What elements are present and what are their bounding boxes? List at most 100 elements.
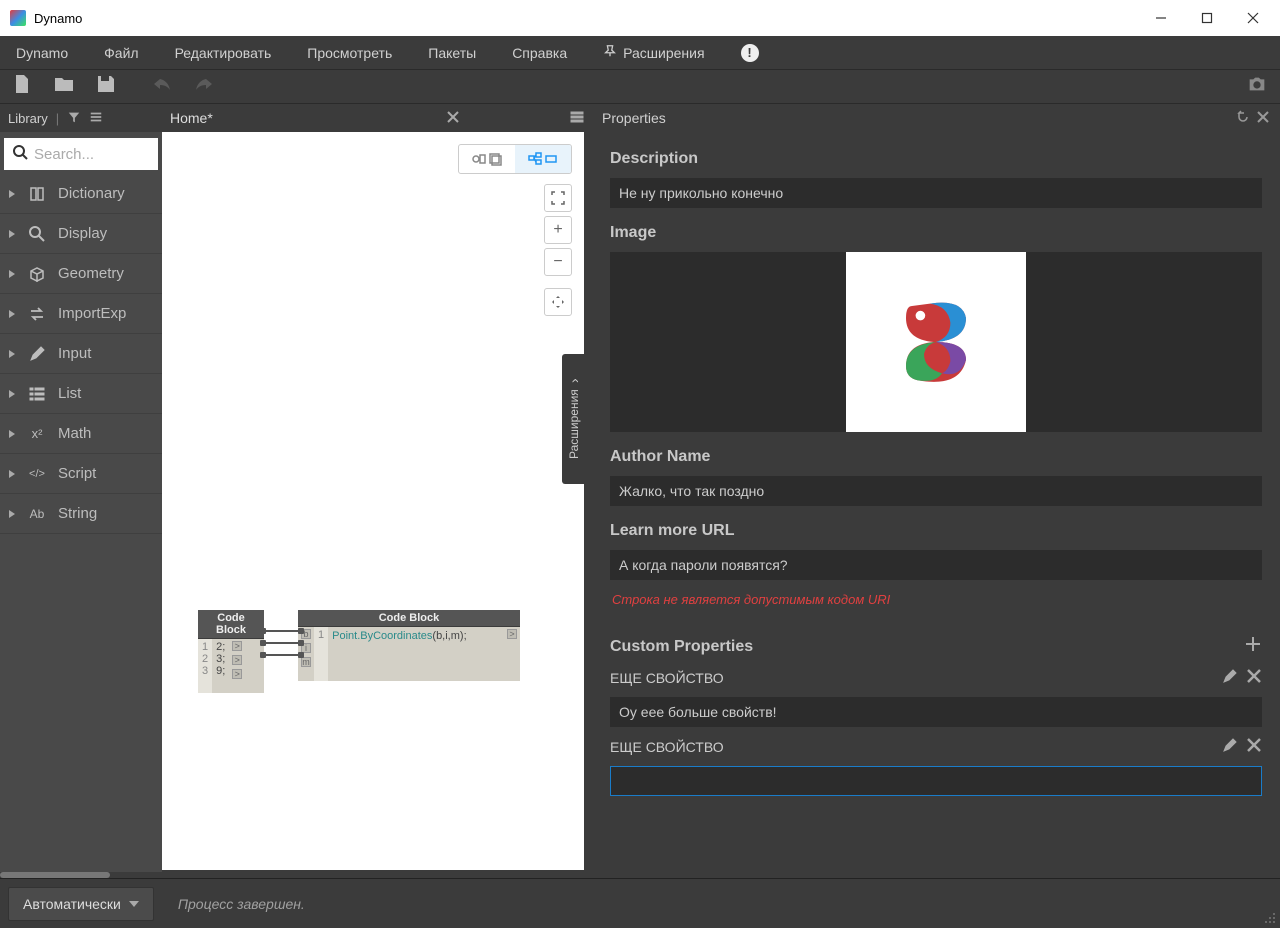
menu-file[interactable]: Файл	[98, 41, 144, 65]
menubar: Dynamo Файл Редактировать Просмотреть Па…	[0, 36, 1280, 70]
pan-button[interactable]	[544, 288, 572, 316]
library-item-list[interactable]: List	[0, 374, 162, 414]
titlebar: Dynamo	[0, 0, 1280, 36]
run-mode-dropdown[interactable]: Автоматически	[8, 887, 154, 921]
library-item-label: Input	[58, 345, 91, 362]
custom-property-row: ЕЩЕ СВОЙСТВО	[610, 668, 1262, 687]
maximize-button[interactable]	[1184, 0, 1230, 36]
math-icon: x²	[26, 426, 48, 441]
search-icon	[26, 225, 48, 243]
minimize-button[interactable]	[1138, 0, 1184, 36]
library-search[interactable]	[4, 138, 158, 170]
menu-view[interactable]: Просмотреть	[301, 41, 398, 65]
library-item-input[interactable]: Input	[0, 334, 162, 374]
library-item-label: String	[58, 505, 97, 522]
edit-property-icon[interactable]	[1222, 668, 1238, 687]
code-block-node-2[interactable]: Code Block b i m 1 Point.ByCoord	[298, 610, 520, 681]
workspace-tab-title[interactable]: Home*	[170, 110, 213, 126]
window-title: Dynamo	[34, 11, 82, 26]
geometry-view-button[interactable]	[459, 145, 515, 173]
custom-property-name: ЕЩЕ СВОЙСТВО	[610, 670, 724, 686]
zoom-out-button[interactable]: −	[544, 248, 572, 276]
out-ports: >	[504, 627, 520, 681]
library-item-label: Display	[58, 225, 107, 242]
library-panel: Library | Dictionary Display	[0, 104, 162, 878]
custom-property-value[interactable]	[610, 766, 1262, 796]
close-panel-icon[interactable]	[1256, 110, 1270, 127]
screenshot-button[interactable]	[1244, 73, 1270, 100]
new-file-button[interactable]	[10, 72, 34, 101]
description-label: Description	[610, 150, 1262, 168]
edit-property-icon[interactable]	[1222, 737, 1238, 756]
custom-property-row: ЕЩЕ СВОЙСТВО	[610, 737, 1262, 756]
out-port[interactable]: >	[232, 669, 242, 679]
custom-property-value[interactable]	[610, 697, 1262, 727]
menu-help[interactable]: Справка	[506, 41, 573, 65]
menu-dynamo[interactable]: Dynamo	[10, 41, 74, 65]
library-item-label: Script	[58, 465, 96, 482]
extensions-side-tab[interactable]: Расширения ›	[562, 354, 584, 484]
library-item-display[interactable]: Display	[0, 214, 162, 254]
out-port[interactable]: >	[232, 655, 242, 665]
nodes-container: Code Block 1 2 3 2; 3; 9;	[198, 610, 520, 693]
list-view-icon[interactable]	[89, 110, 103, 127]
menu-extensions[interactable]: Расширения	[597, 40, 710, 65]
out-port[interactable]: >	[232, 641, 242, 651]
filter-icon[interactable]	[67, 110, 81, 127]
graph-view-button[interactable]	[515, 145, 571, 173]
view-mode-bar	[458, 144, 572, 174]
menu-packages[interactable]: Пакеты	[422, 41, 482, 65]
chevron-right-icon	[8, 185, 16, 202]
library-item-dictionary[interactable]: Dictionary	[0, 174, 162, 214]
code-block-node-1[interactable]: Code Block 1 2 3 2; 3; 9;	[198, 610, 264, 693]
close-button[interactable]	[1230, 0, 1276, 36]
hamburger-icon[interactable]	[570, 110, 584, 127]
workspace-tabbar: Home*	[162, 104, 592, 132]
library-item-label: List	[58, 385, 81, 402]
search-icon	[12, 144, 28, 165]
url-error: Строка не является допустимым кодом URI	[610, 590, 1262, 609]
menu-edit[interactable]: Редактировать	[169, 41, 278, 65]
zoom-in-button[interactable]: +	[544, 216, 572, 244]
graph-canvas[interactable]: + − Расширения › Code Block 1	[162, 132, 584, 870]
extensions-side-label: Расширения	[567, 389, 581, 459]
pencil-icon	[26, 345, 48, 363]
library-item-script[interactable]: </> Script	[0, 454, 162, 494]
book-icon	[26, 185, 48, 203]
cube-icon	[26, 265, 48, 283]
zoom-controls: + −	[544, 184, 572, 316]
chevron-right-icon	[8, 265, 16, 282]
library-item-importexport[interactable]: ImportExp	[0, 294, 162, 334]
open-file-button[interactable]	[52, 72, 76, 101]
add-property-button[interactable]	[1244, 635, 1262, 658]
out-port[interactable]: >	[507, 629, 517, 639]
chevron-right-icon	[8, 305, 16, 322]
url-input[interactable]	[610, 550, 1262, 580]
line-gutter: 1	[314, 627, 328, 681]
properties-tabbar: Properties	[592, 104, 1280, 132]
library-item-geometry[interactable]: Geometry	[0, 254, 162, 294]
properties-title: Properties	[602, 110, 666, 126]
menu-extensions-label: Расширения	[623, 45, 704, 61]
delete-property-icon[interactable]	[1246, 668, 1262, 687]
undo-button[interactable]	[150, 72, 174, 101]
delete-property-icon[interactable]	[1246, 737, 1262, 756]
chevron-right-icon	[8, 425, 16, 442]
code-content[interactable]: 2; 3; 9;	[212, 639, 229, 693]
image-label: Image	[610, 224, 1262, 242]
description-input[interactable]	[610, 178, 1262, 208]
resize-grip[interactable]	[1262, 910, 1276, 924]
chevron-left-icon: ›	[566, 379, 582, 384]
info-badge[interactable]: !	[741, 44, 759, 62]
close-tab-icon[interactable]	[446, 110, 460, 127]
in-port[interactable]: m	[301, 657, 311, 667]
library-item-math[interactable]: x² Math	[0, 414, 162, 454]
undo-icon[interactable]	[1234, 110, 1248, 127]
author-input[interactable]	[610, 476, 1262, 506]
library-item-string[interactable]: Ab String	[0, 494, 162, 534]
save-file-button[interactable]	[94, 72, 118, 101]
redo-button[interactable]	[192, 72, 216, 101]
code-content[interactable]: Point.ByCoordinates(b,i,m);	[328, 627, 504, 681]
zoom-fit-button[interactable]	[544, 184, 572, 212]
image-preview[interactable]	[610, 252, 1262, 432]
